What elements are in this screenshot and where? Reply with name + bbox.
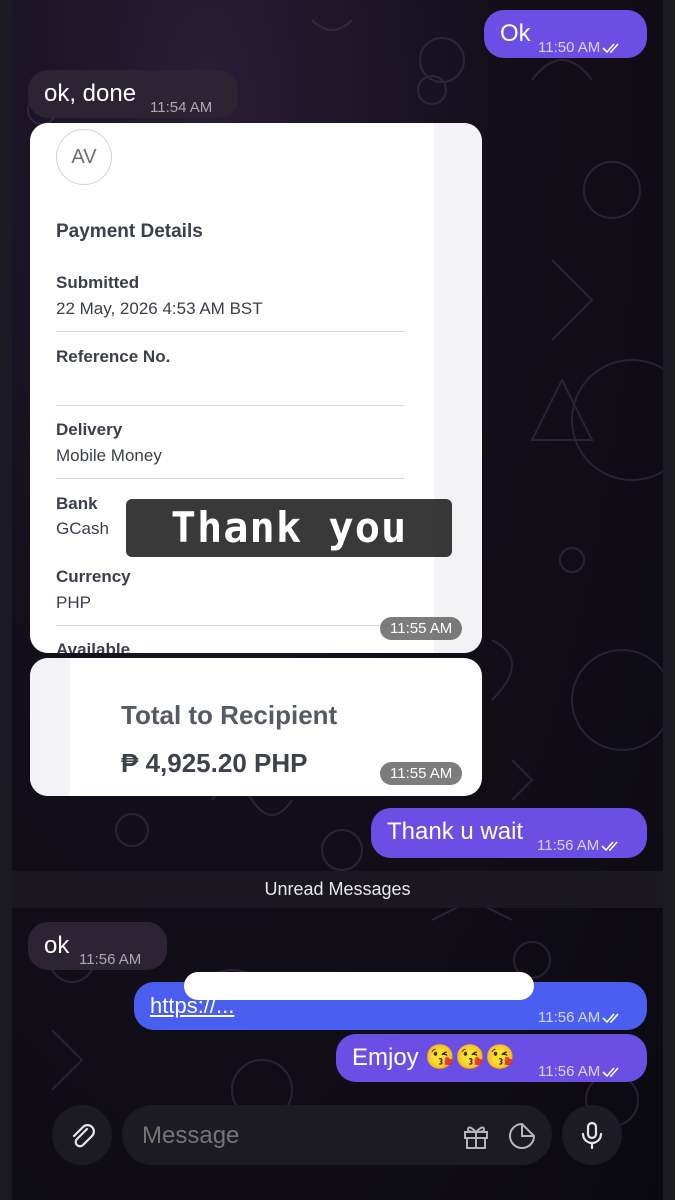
message-time: 11:56 AM	[537, 837, 600, 854]
message-time: 11:54 AM	[150, 99, 213, 116]
gift-icon[interactable]	[461, 1121, 491, 1151]
field-label-available: Available	[56, 640, 131, 653]
voice-message-button[interactable]	[562, 1105, 622, 1165]
receipt-margin	[434, 123, 482, 653]
message-bubble-incoming[interactable]: ok 11:56 AM	[28, 922, 167, 970]
message-meta: 11:56 AM	[538, 1058, 624, 1086]
sticker-icon[interactable]	[507, 1121, 537, 1151]
photo-message-receipt[interactable]: AV Payment Details Submitted 22 May, 202…	[30, 123, 482, 653]
message-bubble-outgoing[interactable]: Emjoy 😘😘😘 11:56 AM	[336, 1034, 647, 1082]
double-check-icon	[601, 841, 618, 852]
field-label-submitted: Submitted	[56, 273, 140, 292]
total-amount: ₱ 4,925.20 PHP	[121, 748, 308, 778]
field-value-submitted: 22 May, 2026 4:53 AM BST	[56, 299, 263, 318]
window-edge-right	[663, 0, 675, 1200]
redaction-mark	[120, 123, 310, 139]
message-input[interactable]	[140, 1105, 444, 1167]
field-value-bank: GCash	[56, 519, 109, 538]
message-text: Ok	[500, 20, 531, 47]
message-text: Emjoy 😘😘😘	[352, 1044, 515, 1071]
field-label-currency: Currency	[56, 567, 131, 586]
divider	[56, 405, 404, 406]
field-label-bank: Bank	[56, 494, 98, 513]
divider	[56, 331, 404, 332]
message-meta: 11:56 AM	[79, 946, 141, 974]
avatar: AV	[56, 129, 112, 185]
divider	[56, 478, 404, 479]
text-sticker-overlay: Thank you	[126, 499, 452, 557]
message-bubble-incoming[interactable]: ok, done 11:54 AM	[28, 70, 238, 118]
message-text: ok, done	[44, 80, 137, 107]
double-check-icon	[602, 1013, 619, 1024]
message-time: 11:56 AM	[538, 1063, 601, 1080]
message-text: ok	[44, 932, 70, 959]
message-meta: 11:56 AM	[537, 832, 623, 860]
double-check-icon	[602, 1067, 619, 1078]
redaction-mark	[184, 972, 534, 1000]
photo-timestamp: 11:55 AM	[380, 762, 463, 785]
message-time: 11:56 AM	[79, 951, 142, 968]
window-edge-left	[0, 0, 12, 1200]
attach-button[interactable]	[52, 1105, 112, 1165]
receipt-heading: Payment Details	[56, 221, 203, 242]
unread-messages-divider: Unread Messages	[12, 871, 663, 908]
message-bubble-outgoing[interactable]: Thank u wait 11:56 AM	[371, 808, 647, 858]
field-label-reference: Reference No.	[56, 347, 171, 366]
message-time: 11:56 AM	[538, 1009, 601, 1026]
field-value-delivery: Mobile Money	[56, 446, 162, 465]
double-check-icon	[602, 43, 619, 54]
message-meta: 11:50 AM	[538, 34, 624, 62]
message-bubble-outgoing[interactable]: Ok 11:50 AM	[484, 10, 647, 58]
paperclip-icon	[72, 1124, 95, 1148]
divider	[56, 625, 404, 626]
message-text: Thank u wait	[387, 818, 524, 845]
message-meta: 11:54 AM	[150, 94, 212, 122]
message-meta: 11:56 AM	[538, 1004, 624, 1032]
message-time: 11:50 AM	[538, 39, 601, 56]
microphone-icon	[581, 1121, 603, 1150]
photo-timestamp: 11:55 AM	[380, 617, 463, 640]
photo-margin	[30, 658, 70, 796]
field-value-currency: PHP	[56, 593, 91, 612]
total-label: Total to Recipient	[121, 700, 338, 730]
field-label-delivery: Delivery	[56, 420, 123, 439]
photo-message-total[interactable]: Total to Recipient ₱ 4,925.20 PHP 11:55 …	[30, 658, 482, 796]
message-input-bar[interactable]	[122, 1105, 552, 1167]
message-bubble-link[interactable]: https://... 11:56 AM	[134, 972, 647, 1032]
